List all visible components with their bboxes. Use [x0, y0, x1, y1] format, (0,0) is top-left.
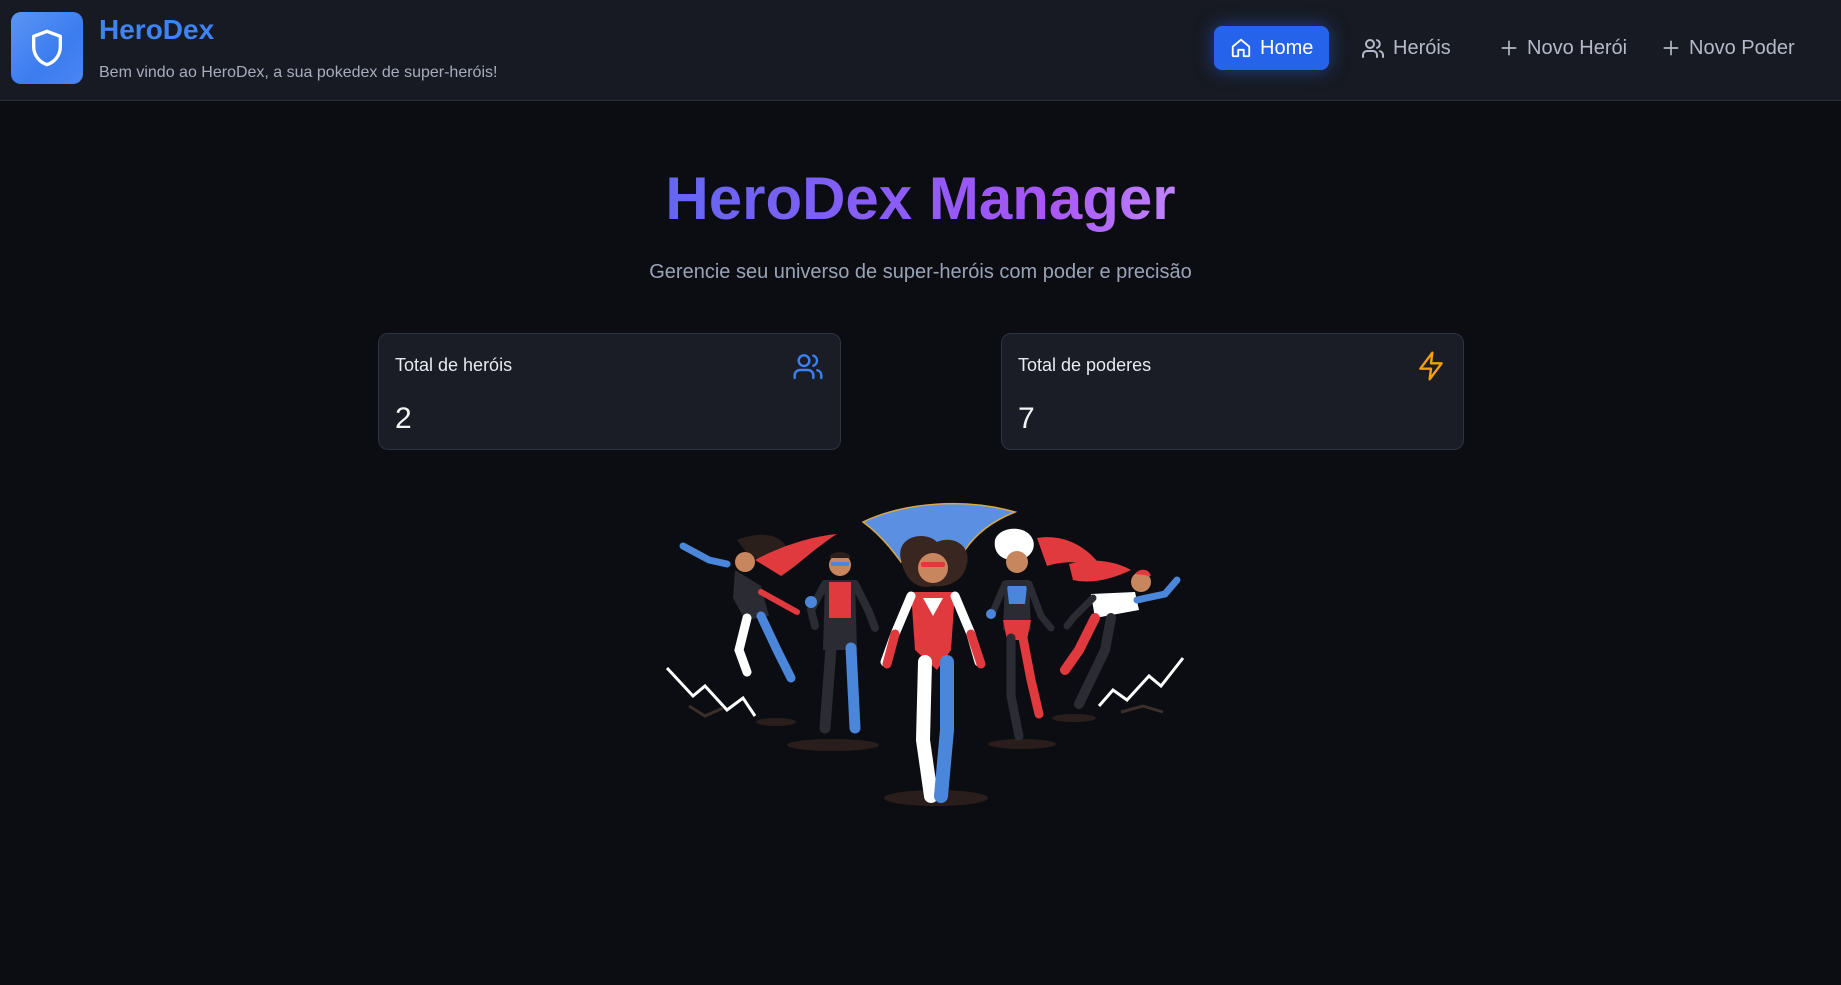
plus-icon	[1501, 40, 1517, 56]
stat-value: 2	[395, 402, 412, 435]
nav-herois-label: Heróis	[1393, 36, 1451, 59]
page-title-text: HeroDex Manager	[665, 165, 1176, 232]
app-title[interactable]: HeroDex	[99, 14, 214, 46]
logo[interactable]	[11, 12, 83, 84]
stat-card-herois: Total de heróis 2	[378, 333, 841, 450]
nav-novo-heroi[interactable]: Novo Herói	[1483, 26, 1643, 70]
nav-home[interactable]: Home	[1214, 26, 1330, 70]
nav-home-label: Home	[1260, 36, 1314, 59]
page-subtitle: Gerencie seu universo de super-heróis co…	[649, 261, 1192, 283]
home-icon	[1231, 38, 1251, 58]
app-tagline: Bem vindo ao HeroDex, a sua pokedex de s…	[99, 64, 498, 81]
top-navbar: HeroDex Bem vindo ao HeroDex, a sua poke…	[0, 0, 1841, 101]
users-icon	[1362, 39, 1384, 58]
page-title: HeroDex Manager	[0, 164, 1841, 233]
stat-value: 7	[1018, 402, 1035, 435]
stat-label: Total de poderes	[1018, 355, 1152, 375]
shield-icon	[31, 29, 62, 67]
stat-label: Total de heróis	[395, 355, 513, 375]
superheroes-illustration	[665, 502, 1185, 806]
stat-card-poderes: Total de poderes 7	[1001, 333, 1464, 450]
nav-novo-poder-label: Novo Poder	[1689, 36, 1795, 59]
nav-novo-heroi-label: Novo Herói	[1527, 36, 1628, 59]
plus-icon	[1663, 40, 1679, 56]
lightning-icon	[1419, 351, 1443, 381]
users-icon	[793, 354, 823, 380]
nav-novo-poder[interactable]: Novo Poder	[1645, 26, 1811, 70]
nav-herois[interactable]: Heróis	[1345, 26, 1467, 70]
